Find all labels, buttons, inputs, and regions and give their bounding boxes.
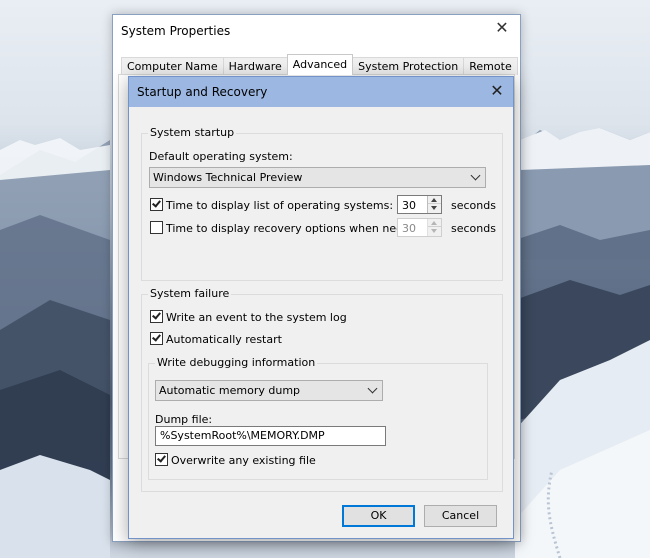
dump-file-label: Dump file: [155, 413, 213, 426]
checkmark-icon [157, 453, 166, 463]
debug-info-label: Write debugging information [155, 356, 318, 369]
arrow-up-icon [431, 221, 437, 225]
arrow-up-icon [431, 198, 437, 202]
checkmark-icon [152, 198, 161, 208]
tab-system-protection[interactable]: System Protection [352, 57, 465, 75]
overwrite-label: Overwrite any existing file [171, 454, 316, 467]
dialog-title: Startup and Recovery [137, 85, 268, 99]
display-list-time-value: 30 [402, 199, 416, 212]
spinner-buttons [427, 196, 441, 213]
dump-file-input[interactable]: %SystemRoot%\MEMORY.DMP [155, 426, 386, 446]
tab-hardware[interactable]: Hardware [222, 57, 288, 75]
system-properties-tabs: Computer Name Hardware Advanced System P… [121, 54, 518, 75]
system-failure-label: System failure [148, 287, 232, 300]
chevron-down-icon [367, 383, 378, 394]
close-icon[interactable]: ✕ [490, 17, 514, 39]
write-event-label: Write an event to the system log [166, 311, 347, 324]
startup-recovery-dialog: Startup and Recovery ✕ System startup De… [128, 76, 514, 539]
cancel-button[interactable]: Cancel [424, 505, 497, 527]
display-recovery-time-spinner[interactable]: 30 [397, 218, 442, 237]
system-startup-label: System startup [148, 126, 237, 139]
display-list-time-spinner[interactable]: 30 [397, 195, 442, 214]
display-recovery-time-value: 30 [402, 222, 416, 235]
ok-button[interactable]: OK [342, 505, 415, 527]
default-os-value: Windows Technical Preview [153, 171, 303, 184]
spin-up-button[interactable] [428, 219, 441, 227]
display-list-label: Time to display list of operating system… [166, 199, 394, 212]
auto-restart-label: Automatically restart [166, 333, 282, 346]
overwrite-checkbox[interactable] [155, 453, 168, 466]
display-list-unit: seconds [451, 199, 496, 212]
spin-down-button[interactable] [428, 204, 441, 212]
display-list-checkbox[interactable] [150, 198, 163, 211]
dump-type-value: Automatic memory dump [159, 384, 301, 397]
dump-type-select[interactable]: Automatic memory dump [155, 380, 383, 401]
system-properties-title: System Properties [121, 24, 231, 38]
write-event-checkbox[interactable] [150, 310, 163, 323]
display-recovery-checkbox[interactable] [150, 221, 163, 234]
checkmark-icon [152, 332, 161, 342]
close-icon[interactable]: ✕ [485, 80, 509, 102]
display-recovery-unit: seconds [451, 222, 496, 235]
spinner-buttons [427, 219, 441, 236]
default-os-label: Default operating system: [149, 150, 293, 163]
checkmark-icon [152, 310, 161, 320]
tab-advanced[interactable]: Advanced [286, 54, 354, 75]
arrow-down-icon [431, 229, 437, 233]
tab-computer-name[interactable]: Computer Name [121, 57, 224, 75]
spin-down-button[interactable] [428, 227, 441, 235]
tab-remote[interactable]: Remote [463, 57, 518, 75]
default-os-select[interactable]: Windows Technical Preview [149, 167, 486, 188]
dialog-title-bar: Startup and Recovery ✕ [129, 77, 513, 107]
auto-restart-checkbox[interactable] [150, 332, 163, 345]
spin-up-button[interactable] [428, 196, 441, 204]
chevron-down-icon [470, 170, 481, 181]
display-recovery-label: Time to display recovery options when ne… [166, 222, 428, 235]
arrow-down-icon [431, 206, 437, 210]
